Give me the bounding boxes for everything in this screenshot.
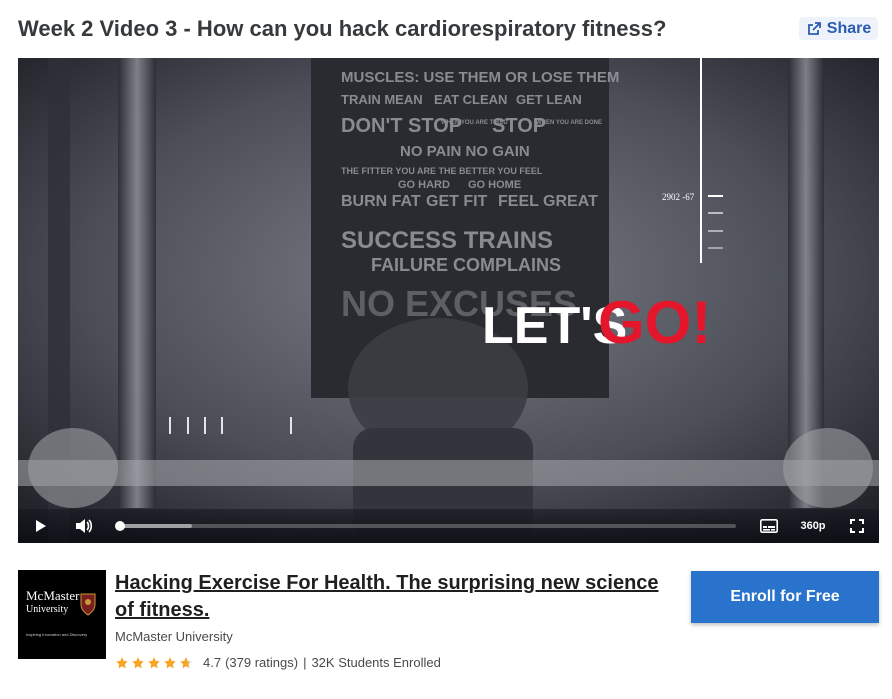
share-button[interactable]: Share	[799, 17, 878, 40]
captions-icon	[760, 519, 778, 533]
poster-line: STOP	[492, 115, 546, 137]
partner-name: McMaster University	[115, 629, 233, 644]
star-full-icon	[116, 656, 128, 668]
star-full-icon	[132, 656, 144, 668]
poster-line: TRAIN MEAN	[341, 92, 423, 107]
poster-line: NO PAIN NO GAIN	[400, 143, 530, 160]
rating-value: 4.7	[203, 655, 222, 670]
poster-line: WHEN YOU ARE DONE	[536, 120, 602, 126]
overlay-text-red: GO!	[598, 289, 711, 356]
poster-line: BURN FAT	[341, 193, 421, 210]
progress-handle[interactable]	[114, 521, 125, 531]
rating-row: 4.7 (379 ratings) | 32K Students Enrolle…	[115, 655, 441, 670]
player-controls: 360p	[18, 509, 879, 543]
logo-tagline: Inspiring Innovation and Discovery	[26, 632, 87, 637]
poster-line: FAILURE COMPLAINS	[371, 255, 561, 275]
progress-bar[interactable]	[114, 521, 736, 531]
volume-button[interactable]	[70, 509, 98, 543]
course-title-link[interactable]: Hacking Exercise For Health. The surpris…	[115, 570, 675, 624]
poster-line: MUSCLES: USE THEM OR LOSE THEM	[341, 69, 619, 86]
poster-line: GET LEAN	[516, 92, 582, 107]
star-half-icon	[180, 656, 192, 668]
video-frame: MUSCLES: USE THEM OR LOSE THEM TRAIN MEA…	[18, 58, 879, 543]
share-label: Share	[826, 19, 872, 37]
separator: |	[303, 655, 307, 670]
poster-line: FEEL GREAT	[498, 193, 598, 210]
poster-line: GO HARD	[398, 179, 450, 191]
play-icon	[36, 520, 46, 532]
video-player[interactable]: MUSCLES: USE THEM OR LOSE THEM TRAIN MEA…	[18, 58, 879, 543]
page-title: Week 2 Video 3 - How can you hack cardio…	[18, 16, 667, 41]
volume-icon	[76, 519, 93, 533]
poster-line: GO HOME	[468, 179, 521, 191]
fullscreen-icon	[850, 519, 864, 533]
hud-reading: 2902 -67	[662, 192, 695, 202]
star-full-icon	[148, 656, 160, 668]
poster-line: THE FITTER YOU ARE THE BETTER YOU FEEL	[341, 166, 543, 176]
play-button[interactable]	[28, 509, 54, 543]
enroll-button[interactable]: Enroll for Free	[691, 571, 879, 623]
fullscreen-button[interactable]	[844, 509, 870, 543]
star-full-icon	[164, 656, 176, 668]
quality-button[interactable]: 360p	[794, 509, 832, 543]
mcmaster-logo: McMaster University Inspiring Innovation…	[26, 588, 96, 637]
logo-line1: McMaster	[26, 588, 80, 603]
star-rating	[115, 656, 193, 670]
poster-line: GET FIT	[426, 193, 488, 210]
share-icon	[807, 21, 821, 35]
enrolled-count: 32K Students Enrolled	[311, 655, 441, 670]
ratings-count: (379 ratings)	[225, 655, 299, 670]
logo-line2: University	[26, 604, 68, 615]
poster-line: DON'T STOP	[341, 115, 462, 137]
partner-logo[interactable]: McMaster University Inspiring Innovation…	[18, 570, 106, 659]
captions-button[interactable]	[756, 509, 782, 543]
poster-line: SUCCESS TRAINS	[341, 227, 553, 254]
poster-line: EAT CLEAN	[434, 92, 507, 107]
progress-buffered	[118, 524, 193, 528]
